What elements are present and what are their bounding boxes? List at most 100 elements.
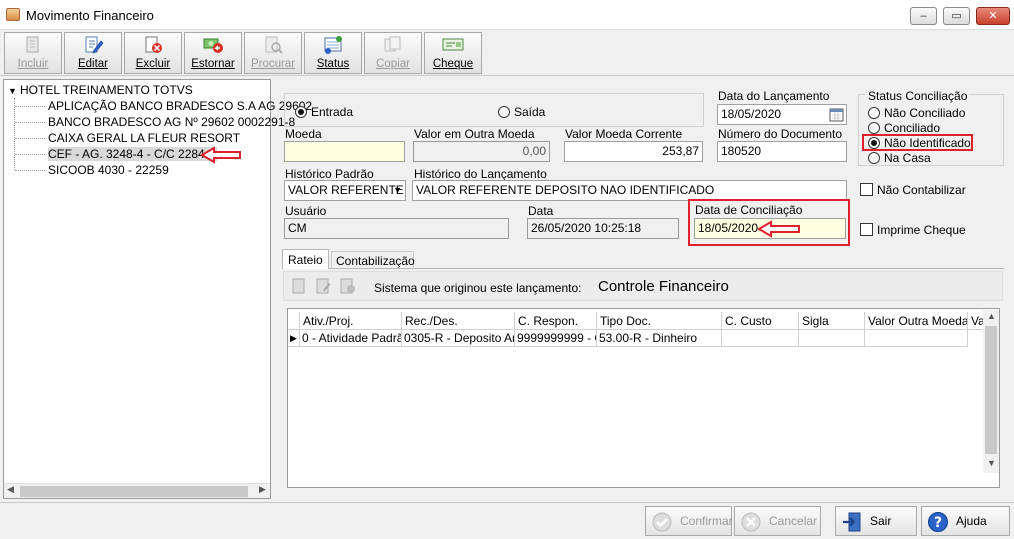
valor-moeda-corrente-label: Valor Moeda Corrente [565,127,683,141]
title-bar: Movimento Financeiro – ▭ ✕ [0,0,1014,30]
imprime-cheque-checkbox[interactable]: Imprime Cheque [860,223,966,237]
row-header-corner [288,312,300,330]
table-cell[interactable]: 53.00-R - Dinheiro [597,330,722,347]
historico-padrao-select[interactable]: VALOR REFERENTE I ▼ [284,180,406,201]
column-header[interactable]: Va [968,312,984,330]
historico-lancamento-field[interactable]: VALOR REFERENTE DEPOSITO NAO IDENTIFICAD… [412,180,847,201]
nao-identificado-radio[interactable]: Não Identificado [862,134,973,151]
nao-contabilizar-checkbox[interactable]: Não Contabilizar [860,183,966,197]
rateio-grid: Ativ./Proj. Rec./Des. C. Respon. Tipo Do… [287,308,1000,488]
calendar-icon[interactable] [829,107,844,122]
historico-padrao-label: Histórico Padrão [285,167,374,181]
procurar-button[interactable]: Procurar [244,32,302,74]
column-header[interactable]: Rec./Des. [402,312,515,330]
annotation-arrow-icon [757,220,800,238]
valor-moeda-corrente-field[interactable]: 253,87 [564,141,703,162]
collapse-icon[interactable]: ▼ [8,83,20,99]
column-header[interactable]: Valor Outra Moeda [865,312,968,330]
current-row-icon: ▶ [288,330,300,347]
numero-documento-field[interactable]: 180520 [717,141,847,162]
status-conciliacao-label: Status Conciliação [866,89,970,103]
usuario-label: Usuário [285,204,327,218]
column-header[interactable]: C. Respon. [515,312,597,330]
status-button[interactable]: Status [304,32,362,74]
scroll-thumb[interactable] [985,326,997,454]
copy-icon [384,36,401,52]
tree-horizontal-scrollbar[interactable]: ◀ ▶ [4,483,270,498]
excluir-button[interactable]: Excluir [124,32,182,74]
historico-lancamento-label: Histórico do Lançamento [414,167,547,181]
data-label: Data [528,204,554,218]
cancelar-button[interactable]: Cancelar [734,506,821,536]
delete-icon [145,36,162,53]
tab-contabilizacao[interactable]: Contabilização [331,251,415,269]
data-field: 26/05/2020 10:25:18 [527,218,679,239]
tab-rateio[interactable]: Rateio [282,249,329,269]
edit-icon [85,36,104,54]
cheque-icon [442,38,464,51]
table-cell[interactable]: 9999999999 - C. [515,330,597,347]
check-circle-icon [652,512,672,532]
rateio-toolbar: Sistema que originou este lançamento: Co… [283,271,1003,301]
sair-button[interactable]: Sair [835,506,917,536]
scroll-down-icon[interactable]: ▼ [987,458,996,468]
table-cell[interactable] [865,330,968,347]
tree-root[interactable]: ▼ HOTEL TREINAMENTO TOTVS [8,82,193,98]
confirmar-button[interactable]: Confirmar [645,506,733,536]
saida-radio[interactable]: Saída [498,105,545,119]
column-header[interactable]: Sigla [799,312,865,330]
estornar-button[interactable]: Estornar [184,32,242,74]
scroll-left-icon[interactable]: ◀ [7,484,14,495]
data-conciliacao-label: Data de Conciliação [695,203,803,217]
close-button[interactable]: ✕ [976,7,1010,25]
table-cell[interactable]: 0305-R - Deposito Ar [402,330,515,347]
sistema-label: Sistema que originou este lançamento: [374,281,582,295]
scroll-up-icon[interactable]: ▲ [987,311,996,321]
incluir-button[interactable]: Incluir [4,32,62,74]
edit-row-icon[interactable] [314,277,332,295]
annotation-arrow-icon [200,146,241,164]
column-header[interactable]: Tipo Doc. [597,312,722,330]
minimize-button[interactable]: – [910,7,937,25]
svg-text:?: ? [934,515,942,531]
maximize-button[interactable]: ▭ [943,7,970,25]
data-lancamento-label: Data do Lançamento [718,89,830,103]
column-header[interactable]: Ativ./Proj. [300,312,402,330]
tree-item[interactable]: APLICAÇÃO BANCO BRADESCO S.A AG 29602 [15,98,312,114]
editar-button[interactable]: Editar [64,32,122,74]
exit-door-icon [843,512,861,532]
data-lancamento-field[interactable]: 18/05/2020 [717,104,847,125]
grid-vertical-scrollbar[interactable]: ▲ ▼ [983,310,999,473]
scroll-right-icon[interactable]: ▶ [259,484,266,495]
tree-item[interactable]: SICOOB 4030 - 22259 [15,162,169,178]
moeda-field[interactable] [284,141,405,162]
scroll-thumb[interactable] [20,486,248,497]
tree-item-selected[interactable]: CEF - AG. 3248-4 - C/C 2284-7 [15,146,218,162]
footer-divider [0,502,1014,503]
entrada-radio[interactable]: Entrada [295,105,353,119]
new-document-icon [26,36,39,53]
valor-outra-moeda-field: 0,00 [413,141,550,162]
nao-conciliado-radio[interactable]: Não Conciliado [868,106,965,120]
table-cell[interactable]: 0 - Atividade Padrão [300,330,402,347]
na-casa-radio[interactable]: Na Casa [868,151,931,165]
delete-row-icon[interactable] [338,277,356,295]
conciliado-radio[interactable]: Conciliado [868,121,940,135]
usuario-field: CM [284,218,509,239]
add-row-icon[interactable] [290,277,308,295]
ajuda-button[interactable]: ? Ajuda [921,506,1010,536]
column-header[interactable]: C. Custo [722,312,799,330]
sistema-value: Controle Financeiro [598,278,729,295]
table-cell[interactable] [722,330,799,347]
table-cell[interactable] [799,330,865,347]
tree-item[interactable]: CAIXA GERAL LA FLEUR RESORT [15,130,240,146]
toolbar: Incluir Editar Excluir Estornar Procurar… [0,30,1014,76]
status-icon [324,36,342,54]
cancel-circle-icon [741,512,761,532]
cheque-button[interactable]: Cheque [424,32,482,74]
copiar-button[interactable]: Copiar [364,32,422,74]
account-tree: ▼ HOTEL TREINAMENTO TOTVS APLICAÇÃO BANCO… [3,79,312,499]
tree-item[interactable]: BANCO BRADESCO AG Nº 29602 0002291-8 [15,114,295,130]
valor-outra-moeda-label: Valor em Outra Moeda [414,127,535,141]
moeda-label: Moeda [285,127,322,141]
